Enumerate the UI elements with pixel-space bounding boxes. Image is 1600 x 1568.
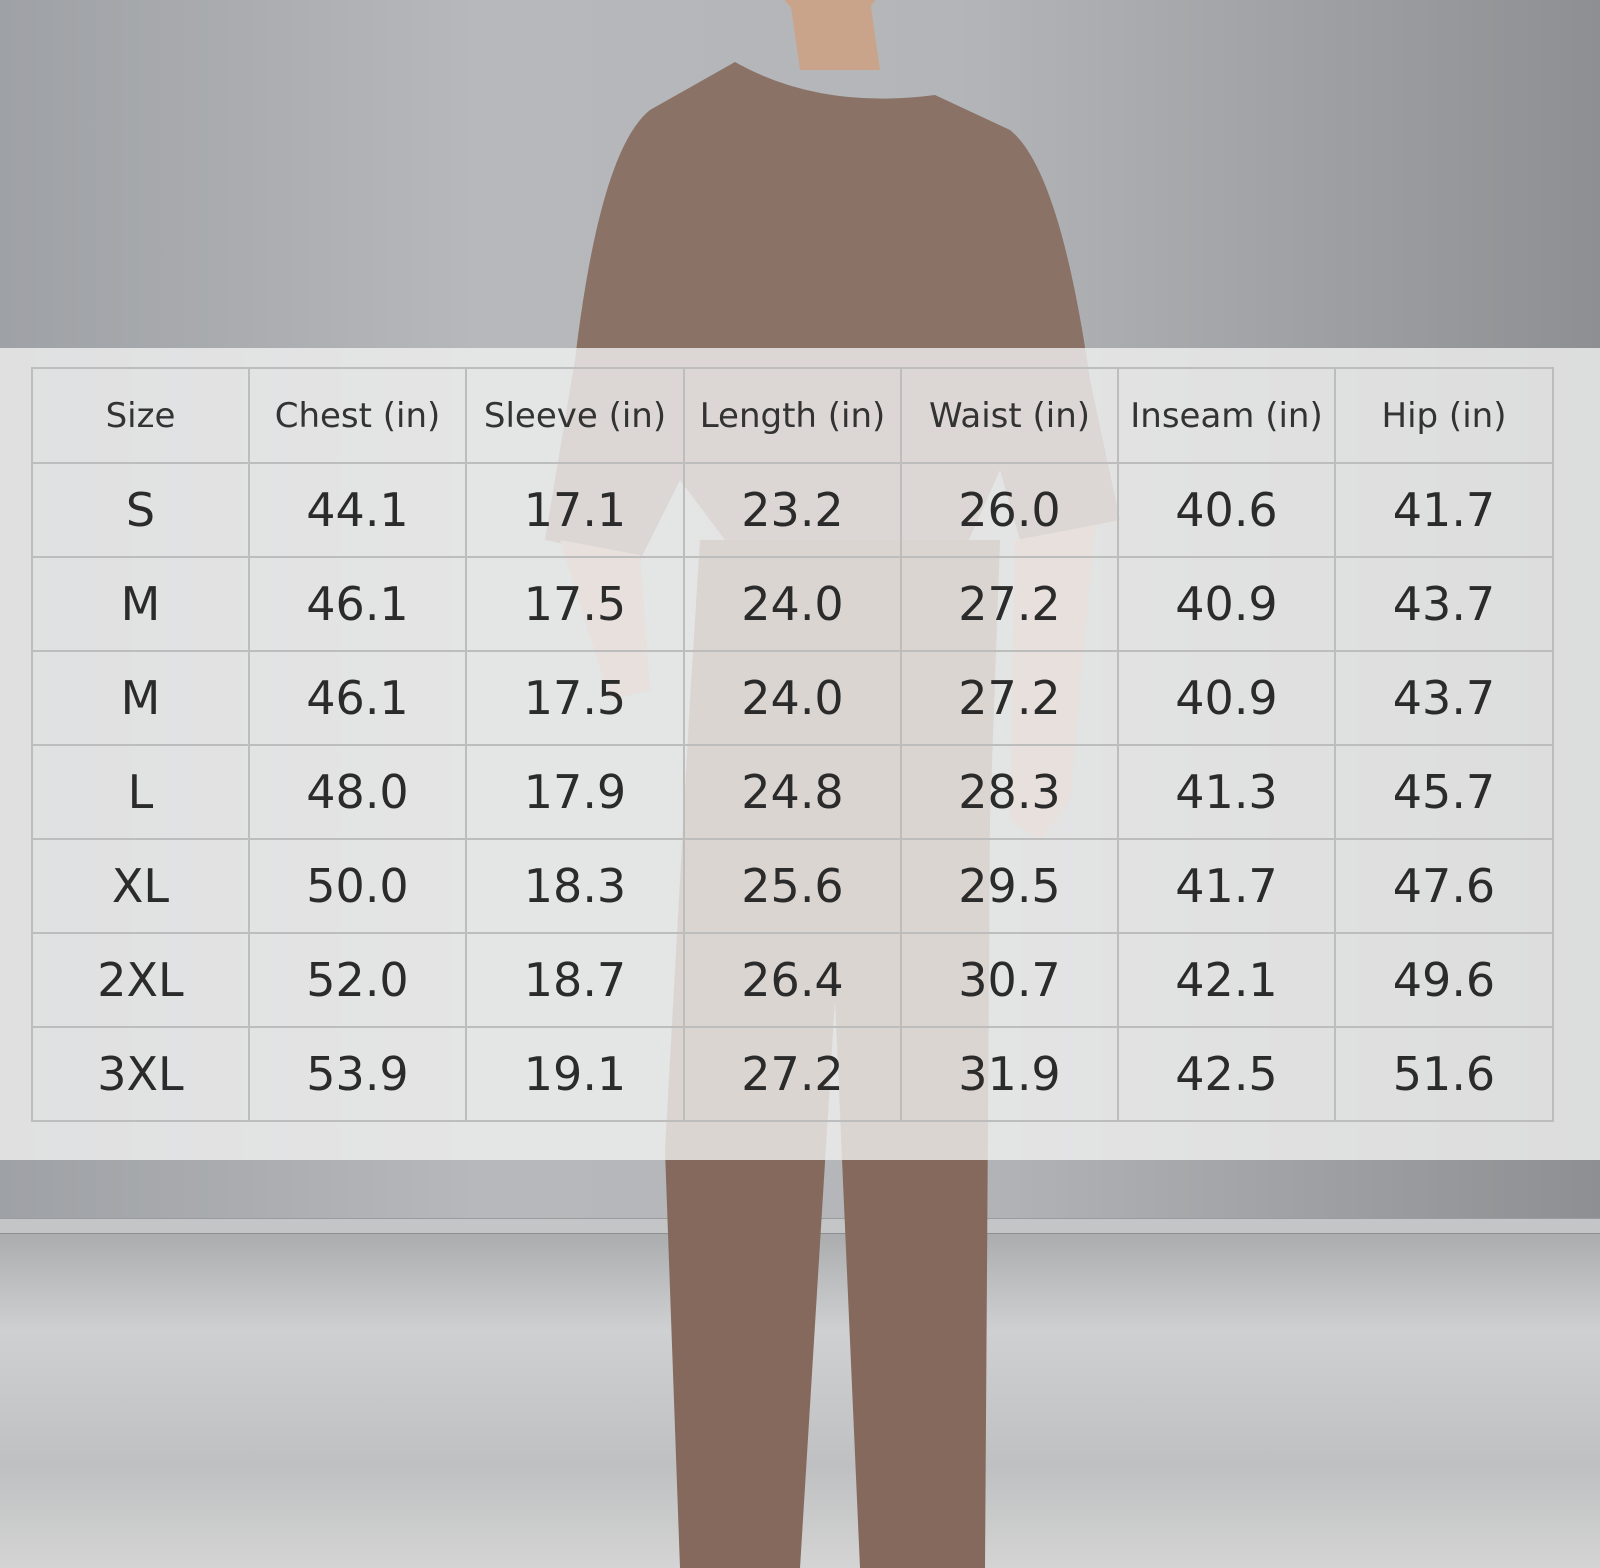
cell-sleeve: 19.1 bbox=[465, 1026, 685, 1122]
cell-length: 23.2 bbox=[683, 462, 902, 558]
header-inseam: Inseam (in) bbox=[1117, 367, 1336, 464]
cell-hip: 45.7 bbox=[1334, 744, 1554, 840]
header-sleeve: Sleeve (in) bbox=[465, 367, 685, 464]
cell-chest: 50.0 bbox=[248, 838, 467, 934]
header-length: Length (in) bbox=[683, 367, 902, 464]
table-row: M 46.1 17.5 24.0 27.2 40.9 43.7 bbox=[31, 650, 1554, 746]
cell-size: M bbox=[31, 650, 250, 746]
cell-inseam: 42.5 bbox=[1117, 1026, 1336, 1122]
cell-length: 24.0 bbox=[683, 556, 902, 652]
table-row: L 48.0 17.9 24.8 28.3 41.3 45.7 bbox=[31, 744, 1554, 840]
cell-size: XL bbox=[31, 838, 250, 934]
cell-waist: 29.5 bbox=[900, 838, 1119, 934]
header-size: Size bbox=[31, 367, 250, 464]
table-row: M 46.1 17.5 24.0 27.2 40.9 43.7 bbox=[31, 556, 1554, 652]
cell-chest: 53.9 bbox=[248, 1026, 467, 1122]
cell-waist: 27.2 bbox=[900, 556, 1119, 652]
cell-sleeve: 17.1 bbox=[465, 462, 685, 558]
cell-size: 2XL bbox=[31, 932, 250, 1028]
cell-inseam: 40.9 bbox=[1117, 650, 1336, 746]
cell-waist: 26.0 bbox=[900, 462, 1119, 558]
cell-sleeve: 17.5 bbox=[465, 556, 685, 652]
cell-waist: 31.9 bbox=[900, 1026, 1119, 1122]
cell-sleeve: 17.5 bbox=[465, 650, 685, 746]
cell-hip: 47.6 bbox=[1334, 838, 1554, 934]
header-hip: Hip (in) bbox=[1334, 367, 1554, 464]
cell-chest: 52.0 bbox=[248, 932, 467, 1028]
cell-waist: 30.7 bbox=[900, 932, 1119, 1028]
cell-size: S bbox=[31, 462, 250, 558]
cell-length: 25.6 bbox=[683, 838, 902, 934]
cell-length: 24.8 bbox=[683, 744, 902, 840]
cell-hip: 43.7 bbox=[1334, 650, 1554, 746]
cell-chest: 44.1 bbox=[248, 462, 467, 558]
cell-length: 24.0 bbox=[683, 650, 902, 746]
cell-size: L bbox=[31, 744, 250, 840]
size-chart-table: Size Chest (in) Sleeve (in) Length (in) … bbox=[31, 367, 1554, 1122]
table-row: XL 50.0 18.3 25.6 29.5 41.7 47.6 bbox=[31, 838, 1554, 934]
model-neck bbox=[790, 0, 880, 70]
header-waist: Waist (in) bbox=[900, 367, 1119, 464]
header-chest: Chest (in) bbox=[248, 367, 467, 464]
cell-length: 26.4 bbox=[683, 932, 902, 1028]
cell-chest: 46.1 bbox=[248, 650, 467, 746]
cell-size: M bbox=[31, 556, 250, 652]
table-row: 2XL 52.0 18.7 26.4 30.7 42.1 49.6 bbox=[31, 932, 1554, 1028]
cell-chest: 48.0 bbox=[248, 744, 467, 840]
cell-inseam: 42.1 bbox=[1117, 932, 1336, 1028]
table-row: S 44.1 17.1 23.2 26.0 40.6 41.7 bbox=[31, 462, 1554, 558]
cell-length: 27.2 bbox=[683, 1026, 902, 1122]
cell-sleeve: 17.9 bbox=[465, 744, 685, 840]
cell-sleeve: 18.3 bbox=[465, 838, 685, 934]
cell-inseam: 40.6 bbox=[1117, 462, 1336, 558]
table-row: 3XL 53.9 19.1 27.2 31.9 42.5 51.6 bbox=[31, 1026, 1554, 1122]
cell-inseam: 40.9 bbox=[1117, 556, 1336, 652]
cell-chest: 46.1 bbox=[248, 556, 467, 652]
cell-sleeve: 18.7 bbox=[465, 932, 685, 1028]
table-header-row: Size Chest (in) Sleeve (in) Length (in) … bbox=[31, 367, 1554, 464]
cell-waist: 27.2 bbox=[900, 650, 1119, 746]
cell-hip: 51.6 bbox=[1334, 1026, 1554, 1122]
cell-hip: 43.7 bbox=[1334, 556, 1554, 652]
cell-inseam: 41.3 bbox=[1117, 744, 1336, 840]
cell-hip: 41.7 bbox=[1334, 462, 1554, 558]
cell-size: 3XL bbox=[31, 1026, 250, 1122]
cell-waist: 28.3 bbox=[900, 744, 1119, 840]
cell-hip: 49.6 bbox=[1334, 932, 1554, 1028]
cell-inseam: 41.7 bbox=[1117, 838, 1336, 934]
